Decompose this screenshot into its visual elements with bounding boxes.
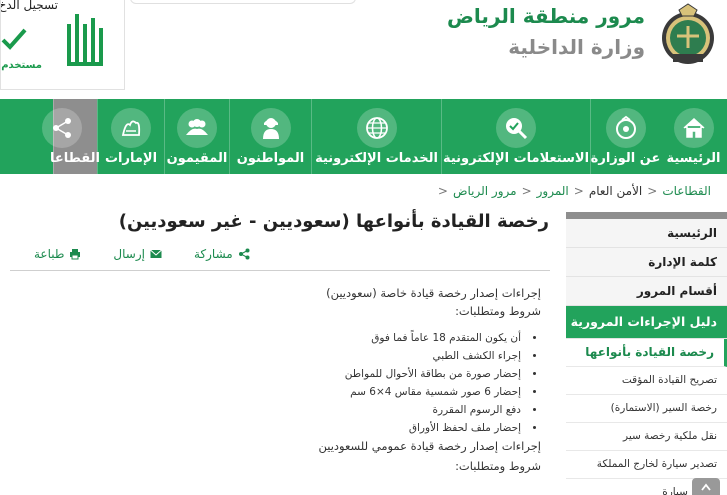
nav-item-home[interactable]: الرئيسية: [660, 99, 727, 174]
sidebar-subitem-ownership-transfer[interactable]: نقل ملكية رخصة سير: [566, 423, 727, 451]
list-item: إحضار 6 صور شمسية مقاس 4×6 سم: [161, 383, 523, 401]
ministry-emblem-icon: [605, 108, 646, 148]
residents-icon: [177, 108, 217, 148]
breadcrumb-item-sectors[interactable]: القطاعات: [662, 184, 711, 198]
send-label: إرسال: [113, 247, 145, 261]
share-network-icon: [42, 108, 82, 148]
nav-item-about-ministry[interactable]: عن الوزارة: [590, 99, 660, 174]
nav-label: عن الوزارة: [590, 151, 661, 166]
main-nav: الرئيسية عن الوزارة الاستعلامات الإلكترو…: [0, 99, 727, 174]
page-title: رخصة القيادة بأنواعها (سعوديين - غير سعو…: [118, 211, 549, 232]
nav-label: الاستعلامات الإلكترونية: [442, 151, 590, 166]
absher-login-box[interactable]: تسجيل الدخ مستخدم جـ: [0, 0, 125, 90]
conditions-label: شروط ومتطلبات:: [455, 304, 541, 318]
breadcrumb-separator: <: [521, 184, 532, 198]
sidebar-item-procedures-guide[interactable]: دليل الإجراءات المرورية: [566, 306, 727, 339]
breadcrumb-separator: <: [573, 184, 584, 198]
scroll-to-top-button[interactable]: [692, 478, 720, 495]
share-icon: [238, 248, 250, 260]
nav-item-citizens[interactable]: المواطنون: [229, 99, 311, 174]
sidebar-subitem-vehicle-registration[interactable]: رخصة السير (الاستمارة): [566, 395, 727, 423]
nav-item-residents[interactable]: المقيمون: [164, 99, 229, 174]
globe-icon: [356, 108, 397, 148]
printer-icon: [70, 249, 81, 260]
list-item: دفع الرسوم المقررة: [161, 401, 523, 419]
login-title[interactable]: تسجيل الدخ: [1, 0, 58, 12]
print-button[interactable]: طباعة: [34, 247, 81, 261]
conditions-label: شروط ومتطلبات:: [455, 459, 541, 473]
nav-label: المواطنون: [236, 151, 305, 166]
list-item: أن يكون المتقدم 18 عاماً فما فوق: [161, 329, 523, 347]
list-item: إحضار صورة من بطاقة الأحوال للمواطن: [161, 365, 523, 383]
list-item: إحضار ملف لحفظ الأوراق: [161, 419, 523, 437]
sidebar: الرئيسية كلمة الإدارة أقسام المرور دليل …: [566, 212, 727, 495]
section-heading: إجراءات إصدار رخصة قيادة خاصة (سعوديين): [326, 286, 541, 300]
divider: [10, 270, 550, 271]
home-icon: [673, 108, 714, 148]
breadcrumb: القطاعات < الأمن العام < المرور < مرور الرياض <: [433, 184, 711, 198]
article-content: إجراءات إصدار رخصة قيادة خاصة (سعوديين) …: [161, 284, 541, 475]
send-button[interactable]: إرسال: [113, 247, 162, 261]
nav-label: القطاعا: [50, 151, 101, 166]
site-header: تسجيل الدخ مستخدم جـ مرور منطقة الرياض و…: [0, 0, 727, 99]
nav-label: الإمارات: [104, 151, 158, 166]
nav-item-emirates[interactable]: الإمارات: [97, 99, 164, 174]
chevron-up-icon: [701, 483, 711, 491]
sidebar-item-traffic-departments[interactable]: أقسام المرور: [566, 277, 727, 306]
sidebar-item-home[interactable]: الرئيسية: [566, 219, 727, 248]
nav-label: الخدمات الإلكترونية: [315, 151, 438, 166]
nav-item-e-services[interactable]: الخدمات الإلكترونية: [311, 99, 441, 174]
breadcrumb-item-public-security[interactable]: الأمن العام: [589, 184, 642, 198]
login-user-label[interactable]: مستخدم جـ: [1, 60, 42, 71]
emirates-icon: [111, 108, 151, 148]
breadcrumb-separator: <: [437, 184, 448, 198]
sidebar-subitem-vehicle-export[interactable]: تصدير سيارة لخارج المملكة: [566, 451, 727, 479]
requirements-list: أن يكون المتقدم 18 عاماً فما فوق إجراء ا…: [161, 329, 523, 437]
nav-label: الرئيسية: [666, 151, 721, 166]
nav-item-sectors[interactable]: القطاعا: [42, 99, 101, 174]
breadcrumb-item-traffic[interactable]: المرور: [537, 184, 569, 198]
inquiry-icon: [496, 108, 536, 148]
section-heading: إجراءات إصدار رخصة قيادة عمومي للسعوديين: [318, 439, 541, 453]
traffic-emblem-icon[interactable]: [657, 2, 719, 68]
page-actions: طباعة إرسال مشاركة: [34, 247, 250, 261]
list-item: إجراء الكشف الطبي: [161, 347, 523, 365]
nav-item-inquiries[interactable]: الاستعلامات الإلكترونية: [441, 99, 590, 174]
search-box[interactable]: [130, 0, 356, 4]
nav-label: المقيمون: [166, 151, 228, 166]
envelope-icon: [150, 249, 162, 258]
share-label: مشاركة: [193, 247, 233, 261]
share-button[interactable]: مشاركة: [194, 247, 250, 261]
breadcrumb-item-riyadh-traffic[interactable]: مرور الرياض: [453, 184, 517, 198]
breadcrumb-separator: <: [647, 184, 658, 198]
absher-logo-icon[interactable]: [65, 12, 105, 70]
brand-title[interactable]: مرور منطقة الرياض: [447, 4, 645, 28]
sidebar-subitem-driving-license[interactable]: رخصة القيادة بأنواعها: [566, 339, 727, 367]
brand-subtitle: وزارة الداخلية: [508, 35, 645, 59]
sidebar-item-management-word[interactable]: كلمة الإدارة: [566, 248, 727, 277]
checkmark-icon: [1, 28, 27, 50]
citizen-icon: [250, 108, 291, 148]
print-label: طباعة: [34, 247, 65, 261]
sidebar-subitem-temp-permit[interactable]: تصريح القيادة المؤقت: [566, 367, 727, 395]
